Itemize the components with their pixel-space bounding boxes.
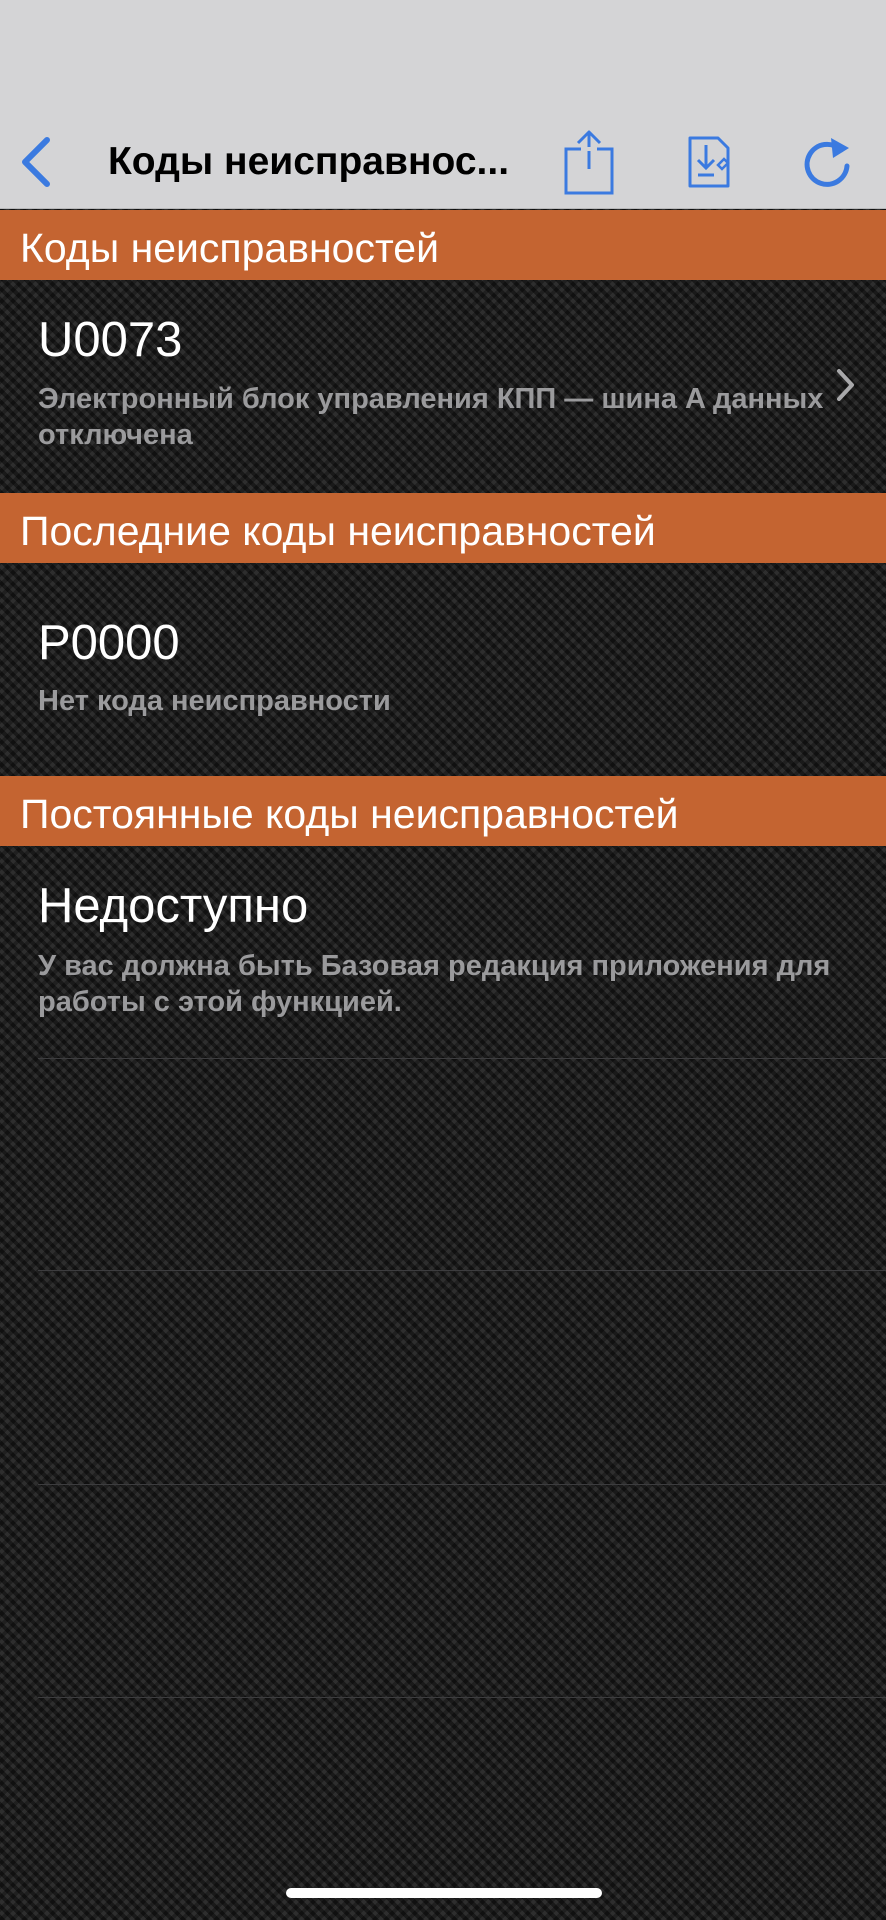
- download-document-icon: [688, 136, 730, 188]
- list-item-recent-code: P0000 Нет кода неисправности: [0, 563, 886, 775]
- status-bar: [0, 0, 886, 115]
- code-label: U0073: [38, 313, 183, 367]
- code-label: P0000: [38, 616, 180, 670]
- separator: [38, 1697, 886, 1698]
- separator: [38, 1270, 886, 1271]
- home-indicator: [286, 1888, 602, 1898]
- code-description: У вас должна быть Базовая редакция прило…: [38, 950, 831, 1018]
- code-description: Электронный блок управления КПП — шина A…: [38, 383, 824, 451]
- separator: [38, 1484, 886, 1485]
- separator: [38, 1058, 886, 1059]
- share-button[interactable]: [555, 123, 623, 201]
- code-description: Нет кода неисправности: [38, 685, 391, 717]
- section-header-recent-codes: Последние коды неисправностей: [0, 493, 886, 563]
- section-header-permanent-codes: Постоянные коды неисправностей: [0, 776, 886, 846]
- save-button[interactable]: [675, 123, 743, 201]
- refresh-button[interactable]: [793, 123, 861, 201]
- section-header-trouble-codes: Коды неисправностей: [0, 210, 886, 280]
- chevron-left-icon: [22, 137, 50, 187]
- navigation-bar: Коды неисправнос...: [0, 115, 886, 209]
- code-label: Недоступно: [38, 879, 309, 933]
- chevron-right-icon: [837, 369, 854, 401]
- list-item-permanent-code: Недоступно У вас должна быть Базовая ред…: [0, 846, 886, 1058]
- back-button[interactable]: [14, 133, 58, 191]
- list-item-trouble-code[interactable]: U0073 Электронный блок управления КПП — …: [0, 280, 886, 492]
- share-icon: [564, 130, 614, 195]
- refresh-icon: [804, 138, 850, 187]
- page-title: Коды неисправнос...: [108, 140, 510, 183]
